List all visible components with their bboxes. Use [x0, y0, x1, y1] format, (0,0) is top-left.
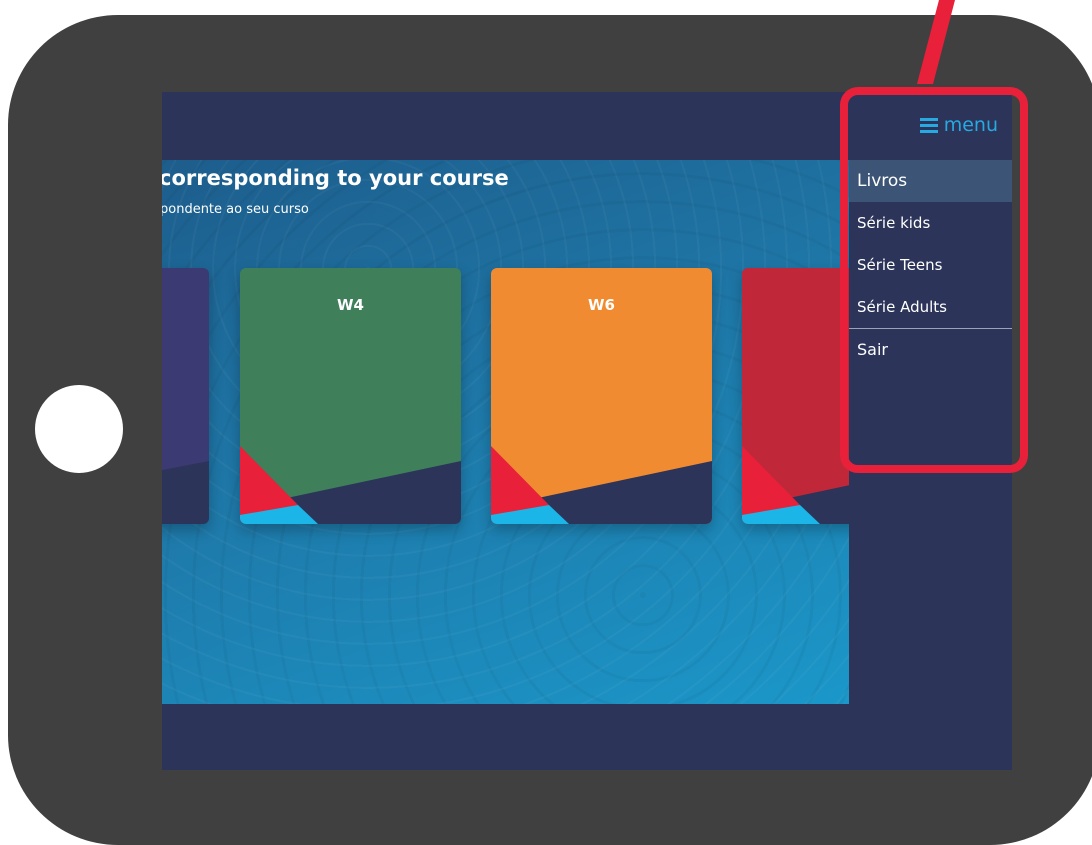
menu-item-serie-teens[interactable]: Série Teens	[849, 244, 1012, 286]
card-artwork	[162, 268, 209, 524]
card-artwork	[742, 268, 849, 524]
course-card-partial-left[interactable]	[162, 268, 209, 524]
app-screen: corresponding to your course pondente ao…	[162, 92, 1012, 770]
menu-item-serie-adults[interactable]: Série Adults	[849, 286, 1012, 328]
course-card-w6[interactable]: W6	[491, 268, 712, 524]
page-title: corresponding to your course	[162, 166, 509, 190]
hamburger-icon	[919, 118, 938, 133]
menu-toggle-button[interactable]: menu	[919, 114, 998, 136]
card-label: W4	[337, 296, 364, 314]
card-label: W6	[588, 296, 615, 314]
menu-item-sair[interactable]: Sair	[849, 328, 1012, 371]
menu-toggle-label: menu	[943, 114, 998, 136]
course-card-partial-right[interactable]	[742, 268, 849, 524]
course-content-area: corresponding to your course pondente ao…	[162, 160, 849, 704]
side-menu: menu Livros Série kids Série Teens Série…	[849, 92, 1012, 770]
menu-item-livros[interactable]: Livros	[849, 160, 1012, 202]
menu-list: Livros Série kids Série Teens Série Adul…	[849, 160, 1012, 371]
home-button[interactable]	[35, 385, 123, 473]
menu-item-serie-kids[interactable]: Série kids	[849, 202, 1012, 244]
page-subtitle: pondente ao seu curso	[162, 202, 309, 217]
course-card-w4[interactable]: W4	[240, 268, 461, 524]
